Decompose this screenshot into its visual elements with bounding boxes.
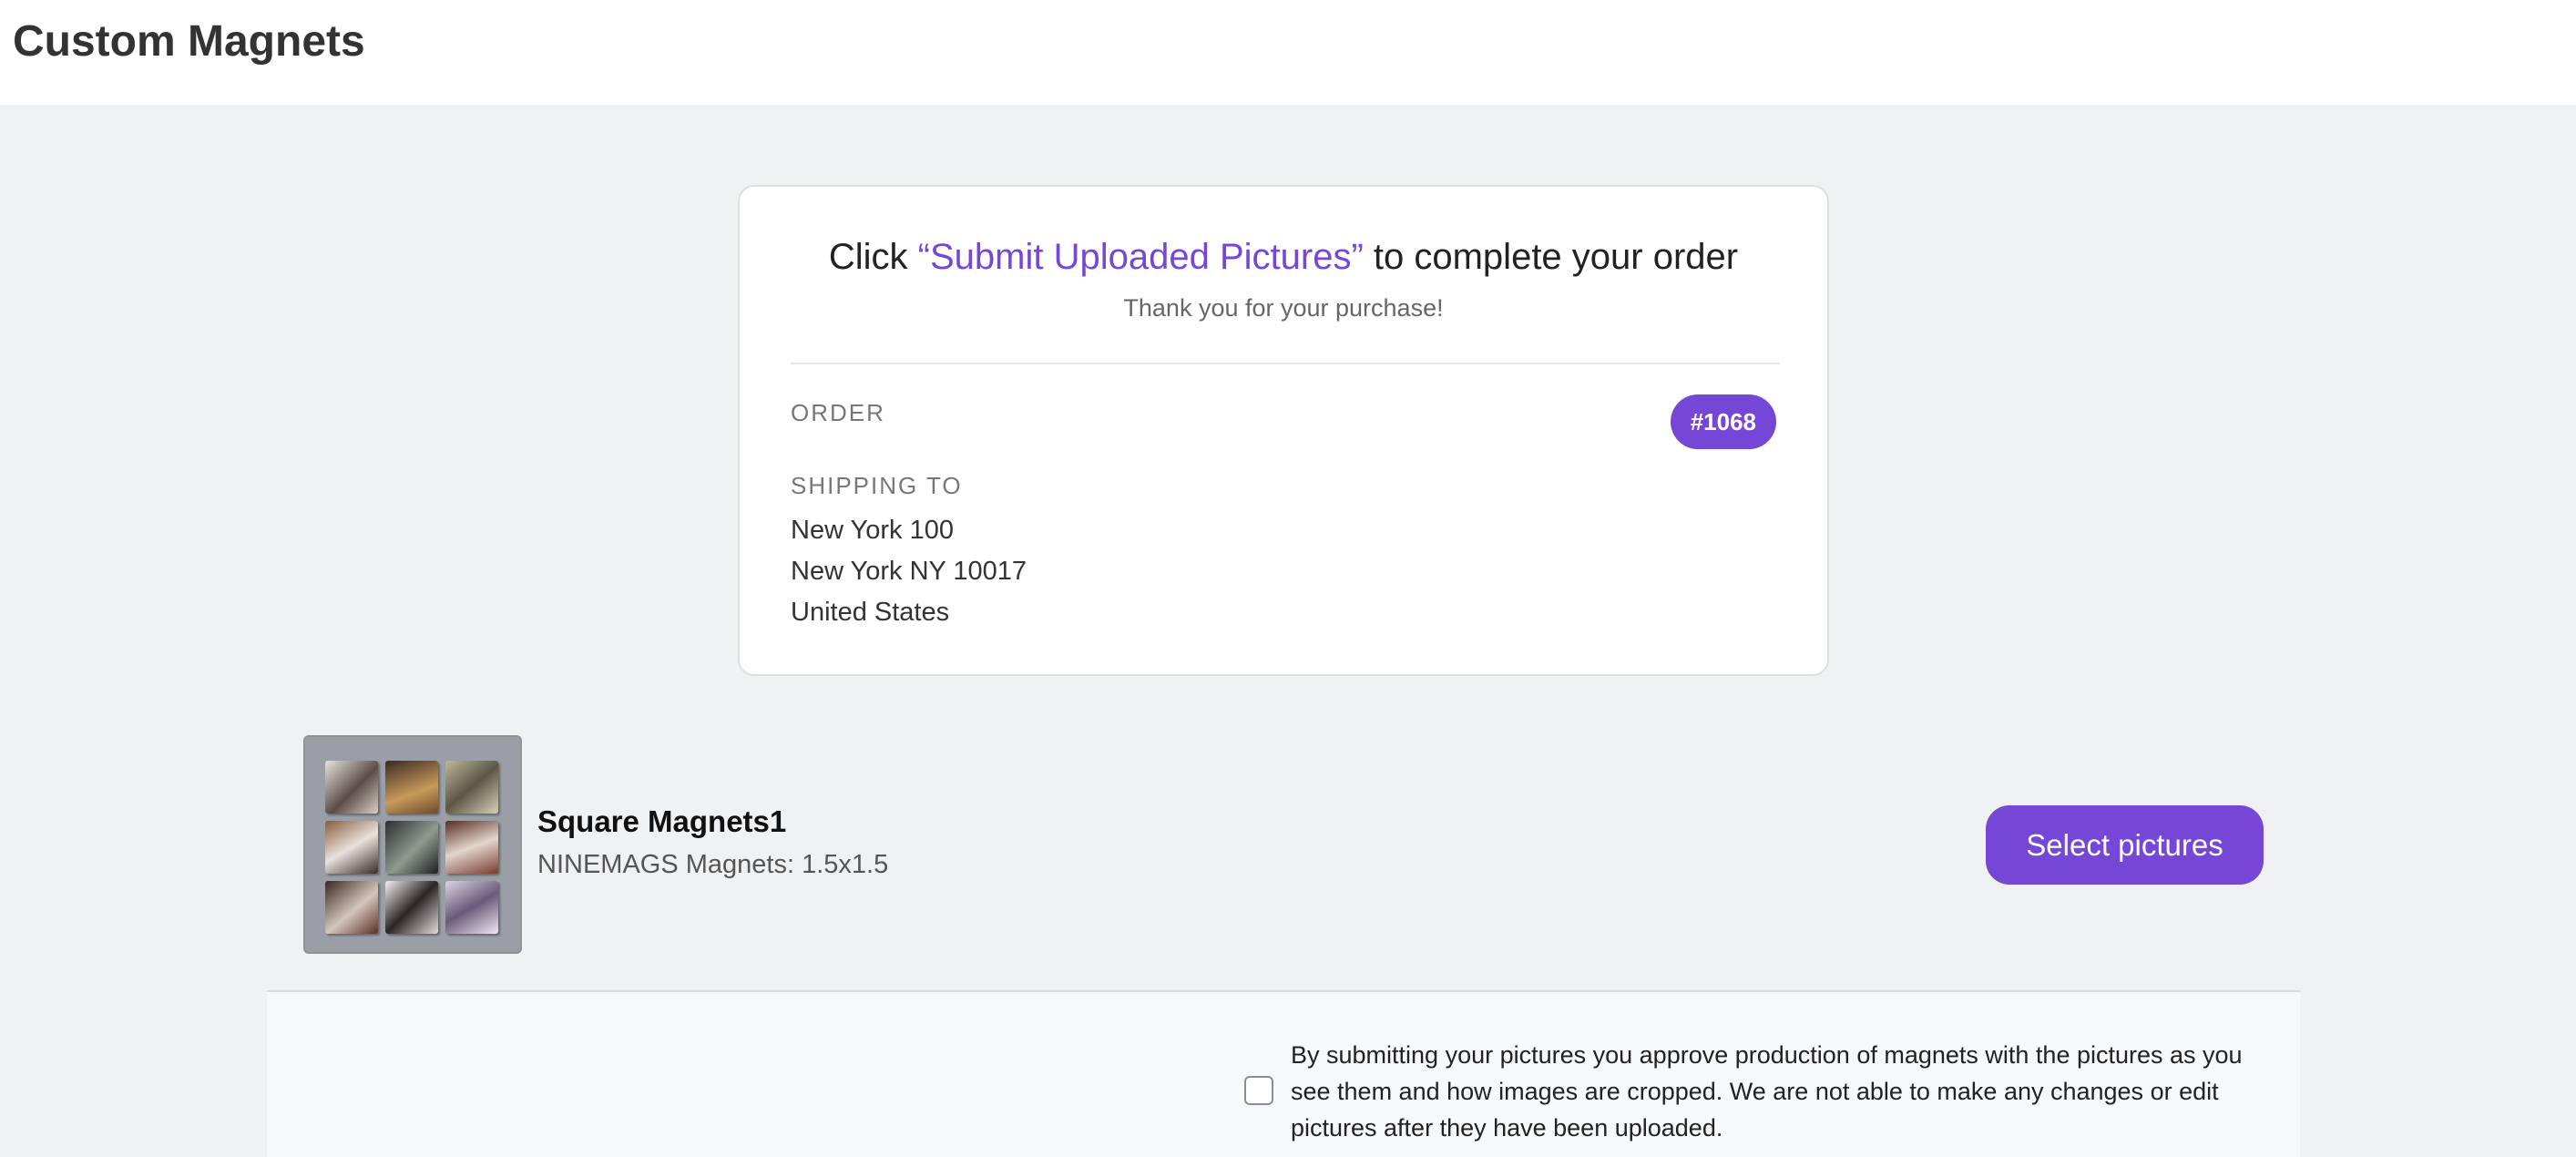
- magnet-tile: [385, 761, 438, 814]
- magnet-tile: [385, 821, 438, 874]
- card-divider: [791, 363, 1780, 364]
- order-number-badge: #1068: [1670, 394, 1776, 449]
- select-pictures-button[interactable]: Select pictures: [1986, 805, 2264, 885]
- order-label: ORDER: [791, 399, 885, 426]
- magnet-tile: [385, 881, 438, 934]
- magnet-tile: [325, 761, 378, 814]
- headline-prefix: Click: [828, 237, 918, 277]
- consent-text: By submitting your pictures you approve …: [1291, 1041, 2243, 1142]
- headline-highlight: “Submit Uploaded Pictures”: [917, 237, 1364, 277]
- app-title: Custom Magnets: [13, 17, 365, 66]
- top-bar: Custom Magnets: [0, 0, 2576, 105]
- magnet-tile: [445, 821, 498, 874]
- address-line-1: New York 100: [791, 516, 954, 545]
- product-variant: NINEMAGS Magnets: 1.5x1.5: [537, 850, 889, 879]
- product-thumbnail: [303, 735, 522, 954]
- magnet-photo-grid: [325, 761, 504, 936]
- magnet-tile: [325, 881, 378, 934]
- order-headline: Click “Submit Uploaded Pictures” to comp…: [740, 237, 1827, 278]
- order-summary-card: Click “Submit Uploaded Pictures” to comp…: [738, 185, 1829, 676]
- address-line-3: United States: [791, 598, 950, 627]
- product-name: Square Magnets1: [537, 804, 787, 838]
- consent-checkbox[interactable]: [1244, 1076, 1273, 1105]
- magnet-tile: [325, 821, 378, 874]
- thank-you-text: Thank you for your purchase!: [1123, 294, 1444, 322]
- magnet-tile: [445, 881, 498, 934]
- shipping-label: SHIPPING TO: [791, 472, 963, 499]
- headline-suffix: to complete your order: [1363, 237, 1739, 277]
- magnet-tile: [445, 761, 498, 814]
- address-line-2: New York NY 10017: [791, 557, 1027, 586]
